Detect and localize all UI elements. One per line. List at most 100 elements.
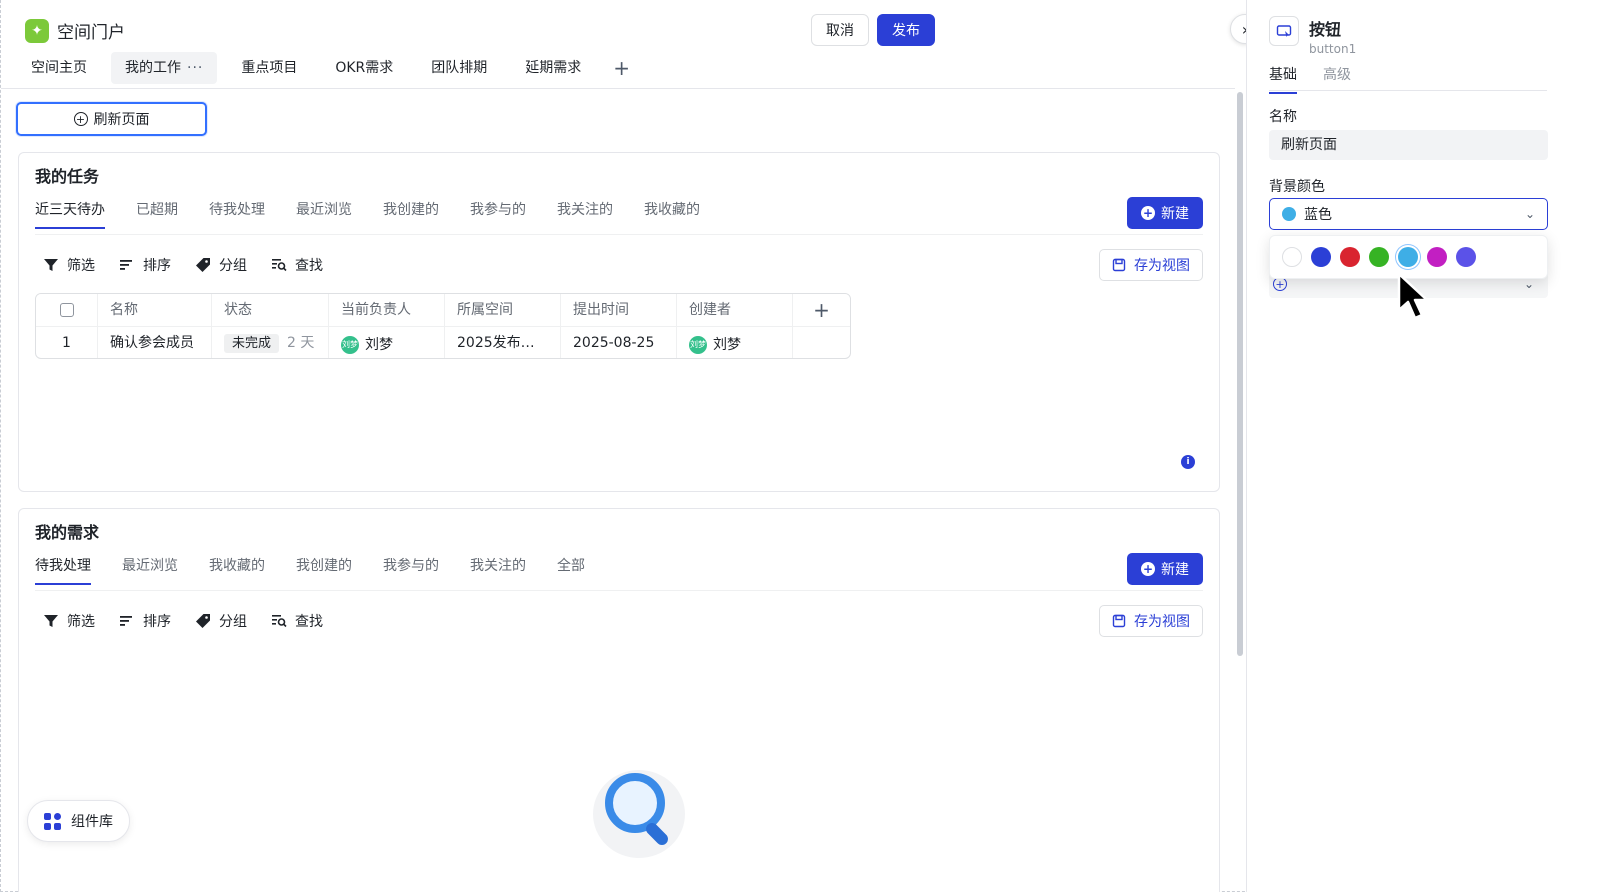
- subtab-favorited[interactable]: 我收藏的: [644, 199, 700, 229]
- app-header: ✦ 空间门户: [25, 18, 125, 43]
- owner-cell[interactable]: 刘梦 刘梦: [329, 326, 445, 358]
- table-row[interactable]: 1 确认参会成员 未完成 2 天 刘梦 刘梦 2025发布会平... 2025-08…: [36, 326, 850, 358]
- property-panel: 按钮 button1 基础 高级 名称 刷新页面 背景颜色 蓝色 ⌄ + ⌄: [1246, 0, 1622, 892]
- new-demand-button[interactable]: + 新建: [1127, 553, 1203, 585]
- subtab-pending[interactable]: 待我处理: [209, 199, 265, 229]
- refresh-page-button[interactable]: + 刷新页面: [16, 102, 207, 136]
- row-index: 1: [36, 326, 98, 358]
- color-swatch[interactable]: [1282, 247, 1302, 267]
- subtab-followed[interactable]: 我关注的: [470, 555, 526, 585]
- column-header[interactable]: 创建者: [677, 294, 793, 326]
- task-name[interactable]: 确认参会成员: [98, 326, 212, 358]
- tab-delayed[interactable]: 延期需求: [511, 52, 595, 84]
- add-tab-button[interactable]: +: [605, 56, 638, 80]
- scrollbar[interactable]: [1237, 92, 1243, 656]
- color-swatch[interactable]: [1311, 247, 1331, 267]
- name-label: 名称: [1269, 109, 1297, 125]
- plus-circle-icon: +: [73, 112, 88, 126]
- group-button[interactable]: 分组: [195, 611, 247, 631]
- plus-circle-icon: +: [1273, 277, 1287, 291]
- task-toolbar: 筛选 排序 分组 查找: [43, 255, 323, 275]
- more-icon[interactable]: ···: [187, 60, 203, 76]
- subtab-created[interactable]: 我创建的: [296, 555, 352, 585]
- component-title: 按钮: [1309, 20, 1342, 39]
- filter-icon: [44, 259, 58, 271]
- save-icon: [1112, 614, 1126, 628]
- empty-search-icon: [593, 770, 685, 858]
- color-swatch[interactable]: [1456, 247, 1476, 267]
- button-component-icon: [1269, 16, 1299, 46]
- empty-cell: [793, 327, 850, 359]
- cancel-button[interactable]: 取消: [811, 14, 869, 46]
- sort-button[interactable]: 排序: [119, 611, 171, 631]
- filter-button[interactable]: 筛选: [43, 611, 95, 631]
- filter-button[interactable]: 筛选: [43, 255, 95, 275]
- save-view-button[interactable]: 存为视图: [1099, 605, 1203, 637]
- new-task-button[interactable]: + 新建: [1127, 197, 1203, 229]
- plus-icon: +: [1141, 206, 1155, 220]
- chevron-down-icon: ⌄: [1523, 277, 1534, 291]
- task-subtabs: 近三天待办 已超期 待我处理 最近浏览 我创建的 我参与的 我关注的 我收藏的: [35, 199, 731, 229]
- selected-color-dot: [1282, 207, 1296, 221]
- column-header[interactable]: 所属空间: [445, 294, 561, 326]
- demand-subtabs: 待我处理 最近浏览 我收藏的 我创建的 我参与的 我关注的 全部: [35, 555, 616, 585]
- name-input[interactable]: 刷新页面: [1269, 130, 1548, 160]
- page-tabs: 空间主页 我的工作 ··· 重点项目 OKR需求 团队排期 延期需求 +: [17, 52, 638, 84]
- select-all-checkbox[interactable]: [59, 303, 74, 317]
- app-logo-icon: ✦: [25, 18, 49, 43]
- subtab-followed[interactable]: 我关注的: [557, 199, 613, 229]
- add-column-button[interactable]: +: [793, 294, 850, 326]
- save-view-button[interactable]: 存为视图: [1099, 249, 1203, 281]
- tab-my-work[interactable]: 我的工作 ···: [111, 52, 218, 84]
- tag-icon: [196, 614, 210, 628]
- publish-button[interactable]: 发布: [877, 14, 935, 46]
- days-remaining: 2 天: [287, 334, 315, 351]
- color-swatch[interactable]: [1398, 247, 1418, 267]
- info-icon[interactable]: i: [1181, 455, 1195, 469]
- subtab-created[interactable]: 我创建的: [383, 199, 439, 229]
- color-swatch[interactable]: [1369, 247, 1389, 267]
- column-header[interactable]: 当前负责人: [329, 294, 445, 326]
- component-id: button1: [1309, 42, 1357, 56]
- subtab-recent[interactable]: 最近浏览: [296, 199, 352, 229]
- sort-icon: [120, 260, 132, 270]
- tag-icon: [196, 258, 210, 272]
- column-header[interactable]: 名称: [98, 294, 212, 326]
- subtab-all[interactable]: 全部: [557, 555, 585, 585]
- subtab-overdue[interactable]: 已超期: [136, 199, 178, 229]
- subtab-participated[interactable]: 我参与的: [383, 555, 439, 585]
- sort-button[interactable]: 排序: [119, 255, 171, 275]
- column-header[interactable]: 提出时间: [561, 294, 677, 326]
- divider: [1, 88, 1235, 89]
- divider: [35, 234, 1203, 235]
- subtab-pending[interactable]: 待我处理: [35, 555, 91, 585]
- space-cell[interactable]: 2025发布会平...: [445, 326, 561, 358]
- plus-icon: +: [1141, 562, 1155, 576]
- date-cell[interactable]: 2025-08-25: [561, 326, 677, 358]
- group-button[interactable]: 分组: [195, 255, 247, 275]
- subtab-favorited[interactable]: 我收藏的: [209, 555, 265, 585]
- tab-key-projects[interactable]: 重点项目: [227, 52, 311, 84]
- divider: [1269, 90, 1547, 91]
- tab-space-home[interactable]: 空间主页: [17, 52, 101, 84]
- column-header[interactable]: 状态: [212, 294, 329, 326]
- creator-cell[interactable]: 刘梦 刘梦: [677, 326, 793, 358]
- component-library-button[interactable]: 组件库: [27, 800, 130, 842]
- subtab-recent[interactable]: 最近浏览: [122, 555, 178, 585]
- tab-okr[interactable]: OKR需求: [321, 52, 407, 84]
- tab-team-schedule[interactable]: 团队排期: [417, 52, 501, 84]
- bg-color-select[interactable]: 蓝色 ⌄: [1269, 198, 1548, 230]
- find-button[interactable]: 查找: [271, 611, 323, 631]
- subtab-participated[interactable]: 我参与的: [470, 199, 526, 229]
- tasks-table: 名称 状态 当前负责人 所属空间 提出时间 创建者 + 1 确认参会成员 未完成…: [35, 293, 851, 359]
- color-swatch[interactable]: [1340, 247, 1360, 267]
- divider: [35, 590, 1203, 591]
- subtab-due-3-days[interactable]: 近三天待办: [35, 199, 105, 229]
- selected-color-label: 蓝色: [1304, 207, 1332, 223]
- refresh-button-label: 刷新页面: [93, 112, 150, 128]
- bg-color-label: 背景颜色: [1269, 179, 1325, 195]
- find-button[interactable]: 查找: [271, 255, 323, 275]
- status-badge: 未完成: [224, 333, 280, 353]
- color-swatch[interactable]: [1427, 247, 1447, 267]
- status-cell[interactable]: 未完成 2 天: [212, 326, 329, 358]
